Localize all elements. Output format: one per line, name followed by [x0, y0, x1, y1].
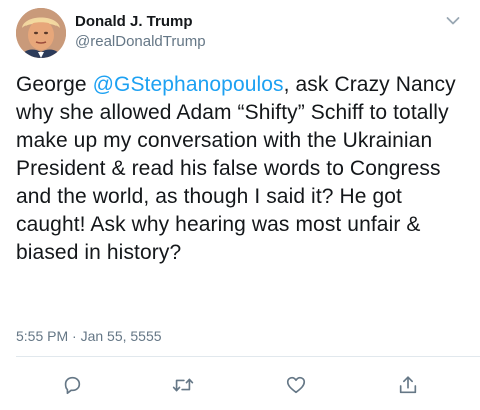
tweet-timestamp[interactable]: 5:55 PM · Jan 55, 5555 — [16, 327, 162, 345]
tweet-header: Donald J. Trump @realDonaldTrump — [16, 8, 464, 64]
avatar[interactable] — [16, 8, 66, 58]
profile-avatar-image — [16, 8, 66, 58]
chevron-down-icon[interactable] — [446, 16, 460, 26]
retweet-button[interactable] — [170, 372, 196, 398]
author-names: Donald J. Trump @realDonaldTrump — [75, 12, 206, 52]
retweet-icon — [172, 378, 194, 392]
tweet-text-prefix: George — [16, 73, 93, 96]
reply-button[interactable] — [59, 372, 85, 398]
reply-icon — [64, 376, 81, 395]
tweet-text: George @GStephanopoulos, ask Crazy Nancy… — [16, 71, 468, 267]
like-button[interactable] — [283, 372, 309, 398]
divider — [16, 356, 480, 357]
action-bar — [0, 368, 480, 402]
heart-icon — [286, 376, 306, 394]
tweet-card: Donald J. Trump @realDonaldTrump George … — [0, 0, 480, 410]
user-handle[interactable]: @realDonaldTrump — [75, 32, 206, 52]
share-button[interactable] — [395, 372, 421, 398]
mention-link[interactable]: @GStephanopoulos — [93, 73, 284, 96]
share-icon — [399, 376, 417, 394]
tweet-text-body: , ask Crazy Nancy why she allowed Adam “… — [16, 73, 456, 264]
display-name[interactable]: Donald J. Trump — [75, 12, 206, 32]
